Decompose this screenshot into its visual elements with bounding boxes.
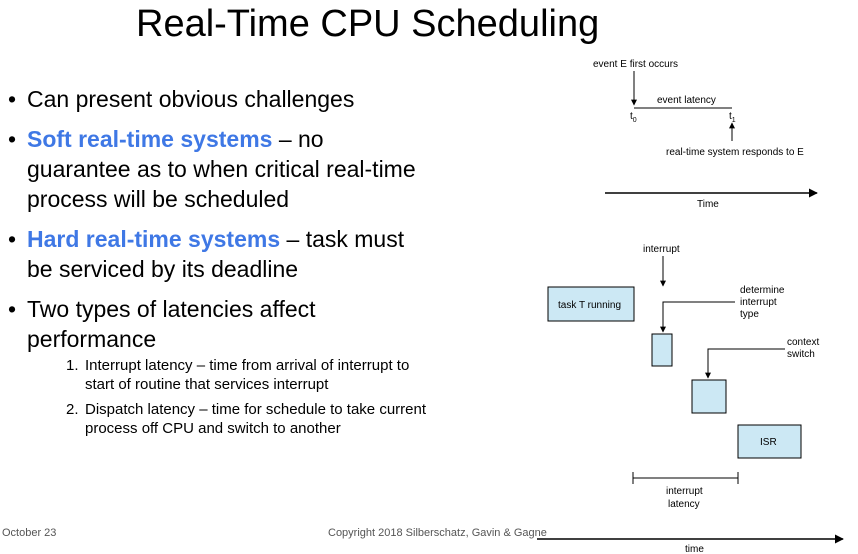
isr-label: ISR: [760, 437, 777, 448]
response-label: real-time system responds to E: [666, 147, 804, 158]
slide-title: Real-Time CPU Scheduling: [136, 3, 600, 45]
t0-label: t0: [630, 111, 637, 124]
bullet-list: • Can present obvious challenges • Soft …: [8, 84, 428, 448]
interrupt-latency-diagram: interrupt task T running determine inter…: [537, 244, 844, 554]
interrupt-label: interrupt: [643, 244, 680, 255]
context-switch-arrow: [705, 348, 785, 379]
bullet-item: • Soft real-time systems – no guarantee …: [8, 124, 428, 214]
interrupt-latency-label-line1: interrupt: [666, 486, 703, 497]
determine-label-line2: interrupt: [740, 297, 777, 308]
event-latency-diagram: event E first occurs event latency t0 t1…: [593, 59, 818, 210]
context-label-line2: switch: [787, 349, 815, 360]
bullet-dot: •: [8, 126, 17, 152]
determine-type-box: [651, 333, 673, 367]
footer-date: October 23: [2, 527, 57, 539]
footer-copyright: Copyright 2018 Silberschatz, Gavin & Gag…: [328, 527, 547, 539]
numbered-list: 1. Interrupt latency – time from arrival…: [66, 356, 428, 438]
interrupt-latency-label-line2: latency: [668, 499, 700, 510]
task-running-label: task T running: [558, 300, 621, 311]
item-number: 2.: [66, 401, 79, 418]
item-number: 1.: [66, 357, 79, 374]
bullet-text: Can present obvious challenges: [27, 86, 355, 112]
determine-label-line3: type: [740, 309, 759, 320]
bullet-item: • Can present obvious challenges: [8, 84, 428, 114]
event-latency-label: event latency: [657, 95, 716, 106]
item-text: Dispatch latency – time for schedule to …: [85, 401, 427, 437]
item-text: Interrupt latency – time from arrival of…: [85, 357, 410, 393]
bullet-highlight: Soft real-time systems: [27, 126, 273, 152]
bullet-dot: •: [8, 86, 17, 112]
time-axis-label: time: [685, 544, 704, 554]
time-axis-label: Time: [697, 199, 719, 210]
context-switch-box: [691, 379, 727, 414]
event-occurs-label: event E first occurs: [593, 59, 678, 70]
context-label-line1: context: [787, 337, 819, 348]
t1-label: t1: [729, 111, 736, 124]
numbered-item: 2. Dispatch latency – time for schedule …: [66, 400, 428, 438]
determine-label-line1: determine: [740, 285, 785, 296]
bullet-item: • Two types of latencies affect performa…: [8, 294, 428, 438]
numbered-item: 1. Interrupt latency – time from arrival…: [66, 356, 428, 394]
bullet-text: Two types of latencies affect performanc…: [27, 296, 316, 352]
bullet-dot: •: [8, 226, 17, 252]
bullet-dot: •: [8, 296, 17, 322]
bullet-item: • Hard real-time systems – task must be …: [8, 224, 428, 284]
determine-arrow: [660, 301, 735, 333]
bullet-highlight: Hard real-time systems: [27, 226, 281, 252]
